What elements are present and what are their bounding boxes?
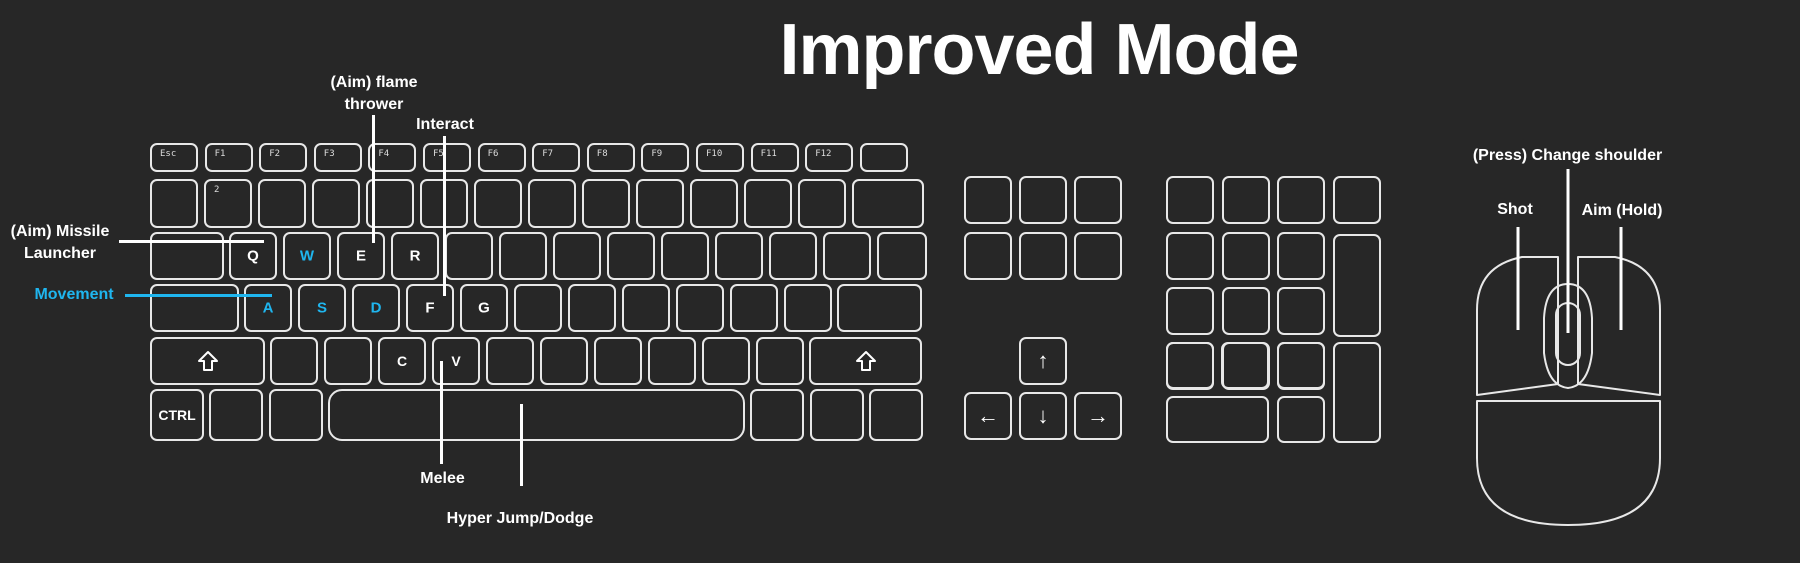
mouse-right-button bbox=[1577, 256, 1661, 396]
mouse-body-lower bbox=[1476, 400, 1661, 526]
mouse-diagram bbox=[1476, 169, 1661, 526]
